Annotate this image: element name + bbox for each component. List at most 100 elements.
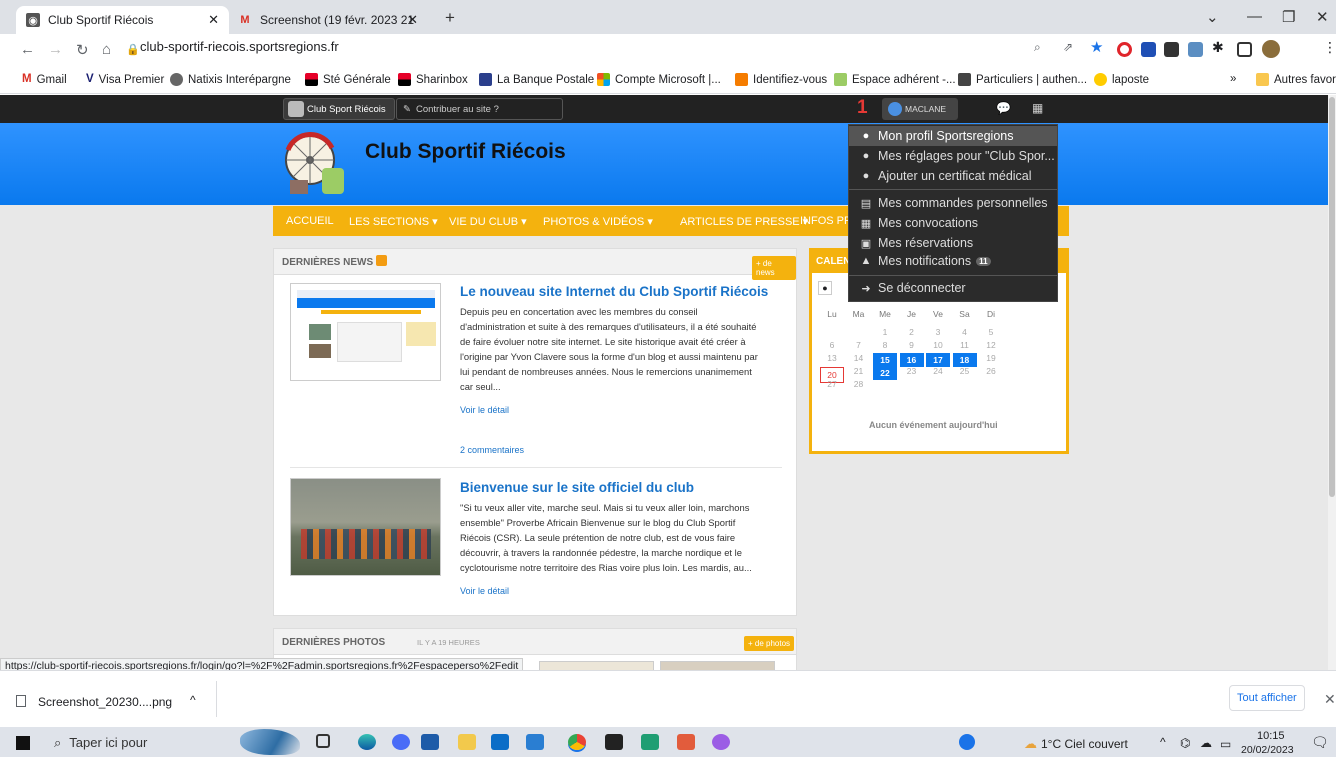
- menu-settings[interactable]: ● Mes réglages pour "Club Spor...: [849, 146, 1057, 166]
- calendar-day[interactable]: 12: [979, 340, 1003, 350]
- opera-extension-icon[interactable]: [1117, 42, 1132, 57]
- calendar-day[interactable]: 23: [900, 366, 924, 376]
- zoom-icon[interactable]: ⌕: [1034, 40, 1041, 55]
- photo-thumbnail[interactable]: [660, 661, 775, 670]
- app-icon[interactable]: [392, 734, 410, 750]
- menu-logout[interactable]: ➜ Se déconnecter: [849, 278, 1057, 298]
- calendar-day[interactable]: 8: [873, 340, 897, 350]
- news-detail-link[interactable]: Voir le détail: [460, 405, 509, 415]
- weather-text[interactable]: 1°C Ciel couvert: [1041, 737, 1128, 751]
- tab-search-icon[interactable]: ⌄: [1206, 8, 1219, 26]
- user-menu-button[interactable]: MACLANE: [882, 98, 958, 120]
- clock-time[interactable]: 10:15: [1257, 730, 1285, 742]
- calendar-icon[interactable]: ▦: [1032, 101, 1043, 115]
- bookmark-identifiez-vous[interactable]: Identifiez-vous: [735, 73, 827, 86]
- calendar-day[interactable]: 2: [900, 327, 924, 337]
- lock-icon[interactable]: 🔒: [126, 43, 140, 56]
- close-downloads-icon[interactable]: ✕: [1324, 691, 1336, 708]
- calendar-day[interactable]: 14: [847, 353, 871, 363]
- photos-icon[interactable]: [526, 734, 544, 750]
- news-title[interactable]: Le nouveau site Internet du Club Sportif…: [460, 284, 768, 299]
- calendar-day[interactable]: 11: [953, 340, 977, 350]
- calendar-day[interactable]: 4: [953, 327, 977, 337]
- menu-photos-videos[interactable]: PHOTOS & VIDÉOS ▾: [543, 215, 653, 228]
- calendar-day[interactable]: 10: [926, 340, 950, 350]
- calendar-day[interactable]: 3: [926, 327, 950, 337]
- profile-avatar[interactable]: [1262, 40, 1280, 58]
- network-icon[interactable]: ⌬: [1180, 736, 1190, 750]
- extensions-puzzle-icon[interactable]: ✱: [1212, 39, 1224, 56]
- bookmark-particuliers[interactable]: Particuliers | authen...: [958, 73, 1087, 86]
- bookmark-other-favorites[interactable]: Autres favoris: [1256, 73, 1336, 86]
- menu-vie-du-club[interactable]: VIE DU CLUB ▾: [449, 215, 527, 228]
- contribute-button[interactable]: ✎ Contribuer au site ?: [396, 98, 563, 120]
- menu-orders[interactable]: ▤ Mes commandes personnelles: [849, 193, 1057, 213]
- edge-icon[interactable]: [358, 734, 376, 750]
- sidepanel-icon[interactable]: [1237, 42, 1252, 57]
- calendar-day[interactable]: 22: [873, 366, 897, 380]
- minimize-icon[interactable]: —: [1247, 8, 1262, 25]
- task-view-icon[interactable]: [316, 734, 330, 748]
- menu-medical-certificate[interactable]: ● Ajouter un certificat médical: [849, 166, 1057, 186]
- news-thumbnail[interactable]: [290, 478, 441, 576]
- bookmark-visa[interactable]: V Visa Premier: [86, 73, 164, 86]
- calendar-day[interactable]: 26: [979, 366, 1003, 376]
- bookmarks-overflow-button[interactable]: »: [1230, 73, 1236, 85]
- menu-notifications[interactable]: ▲ Mes notifications 11: [849, 251, 1057, 271]
- news-detail-link[interactable]: Voir le détail: [460, 586, 509, 596]
- bookmark-banque-postale[interactable]: La Banque Postale: [479, 73, 594, 86]
- menu-infos[interactable]: INFOS PR: [800, 215, 852, 227]
- calendar-day[interactable]: 19: [979, 353, 1003, 363]
- close-window-icon[interactable]: ✕: [1316, 8, 1329, 26]
- extension-icon[interactable]: [1141, 42, 1156, 57]
- calendar-day[interactable]: 13: [820, 353, 844, 363]
- menu-articles-presse[interactable]: ARTICLES DE PRESSE ▾: [680, 215, 808, 228]
- calculator-icon[interactable]: [421, 734, 439, 750]
- calendar-day[interactable]: 27: [820, 379, 844, 389]
- menu-profile[interactable]: ● Mon profil Sportsregions: [849, 126, 1057, 146]
- bookmark-laposte[interactable]: laposte: [1094, 73, 1149, 86]
- download-options-icon[interactable]: ^: [190, 693, 196, 707]
- maximize-icon[interactable]: ❐: [1282, 8, 1295, 26]
- tab-screenshot[interactable]: M Screenshot (19 févr. 2023 21:14: ✕: [228, 6, 428, 34]
- address-bar[interactable]: club-sportif-riecois.sportsregions.fr: [140, 39, 339, 54]
- show-all-downloads-button[interactable]: Tout afficher: [1229, 685, 1305, 711]
- notifications-icon[interactable]: 🗨: [1311, 734, 1329, 751]
- news-thumbnail[interactable]: [290, 283, 441, 381]
- calendar-day[interactable]: 21: [847, 366, 871, 376]
- news-title[interactable]: Bienvenue sur le site officiel du club: [460, 480, 694, 495]
- extension-icon[interactable]: [1164, 42, 1179, 57]
- excel-icon[interactable]: [641, 734, 659, 750]
- calendar-day[interactable]: 15: [873, 353, 897, 367]
- tray-expand-icon[interactable]: ^: [1160, 735, 1166, 749]
- calendar-day[interactable]: 7: [847, 340, 871, 350]
- close-tab-icon[interactable]: ✕: [208, 12, 219, 28]
- bookmark-sharinbox[interactable]: Sharinbox: [398, 73, 468, 86]
- calendar-day[interactable]: 16: [899, 353, 924, 367]
- forward-icon[interactable]: →: [48, 41, 63, 58]
- taskbar-search-box[interactable]: ⌕ Taper ici pour: [46, 728, 231, 757]
- more-photos-button[interactable]: + de photos: [744, 636, 795, 651]
- bookmark-gmail[interactable]: M Gmail: [22, 73, 67, 86]
- calendar-day[interactable]: 1: [873, 327, 897, 337]
- bookmark-espace-adherent[interactable]: Espace adhérent -...: [834, 73, 956, 86]
- bookmark-natixis[interactable]: Natixis Interépargne: [170, 73, 291, 86]
- club-home-button[interactable]: Club Sport Riécois: [283, 98, 395, 120]
- messages-icon[interactable]: 💬: [996, 101, 1011, 115]
- mail-icon[interactable]: [491, 734, 509, 750]
- home-icon[interactable]: ⌂: [102, 41, 111, 58]
- news-comments-link[interactable]: 2 commentaires: [460, 445, 524, 455]
- calendar-day[interactable]: 18: [952, 353, 977, 367]
- bookmark-microsoft[interactable]: Compte Microsoft |...: [597, 73, 721, 86]
- more-news-button[interactable]: + de news: [752, 256, 796, 280]
- page-scrollbar[interactable]: [1328, 95, 1336, 670]
- windows-start-icon[interactable]: [16, 736, 30, 750]
- app-icon[interactable]: [677, 734, 695, 750]
- menu-accueil[interactable]: ACCUEIL: [286, 215, 334, 227]
- clock-date[interactable]: 20/02/2023: [1241, 744, 1294, 756]
- photo-thumbnail[interactable]: [539, 661, 654, 670]
- calendar-day[interactable]: 25: [953, 366, 977, 376]
- share-icon[interactable]: ⇗: [1063, 40, 1073, 54]
- calendar-day[interactable]: 24: [926, 366, 950, 376]
- close-tab-icon[interactable]: ✕: [407, 12, 418, 28]
